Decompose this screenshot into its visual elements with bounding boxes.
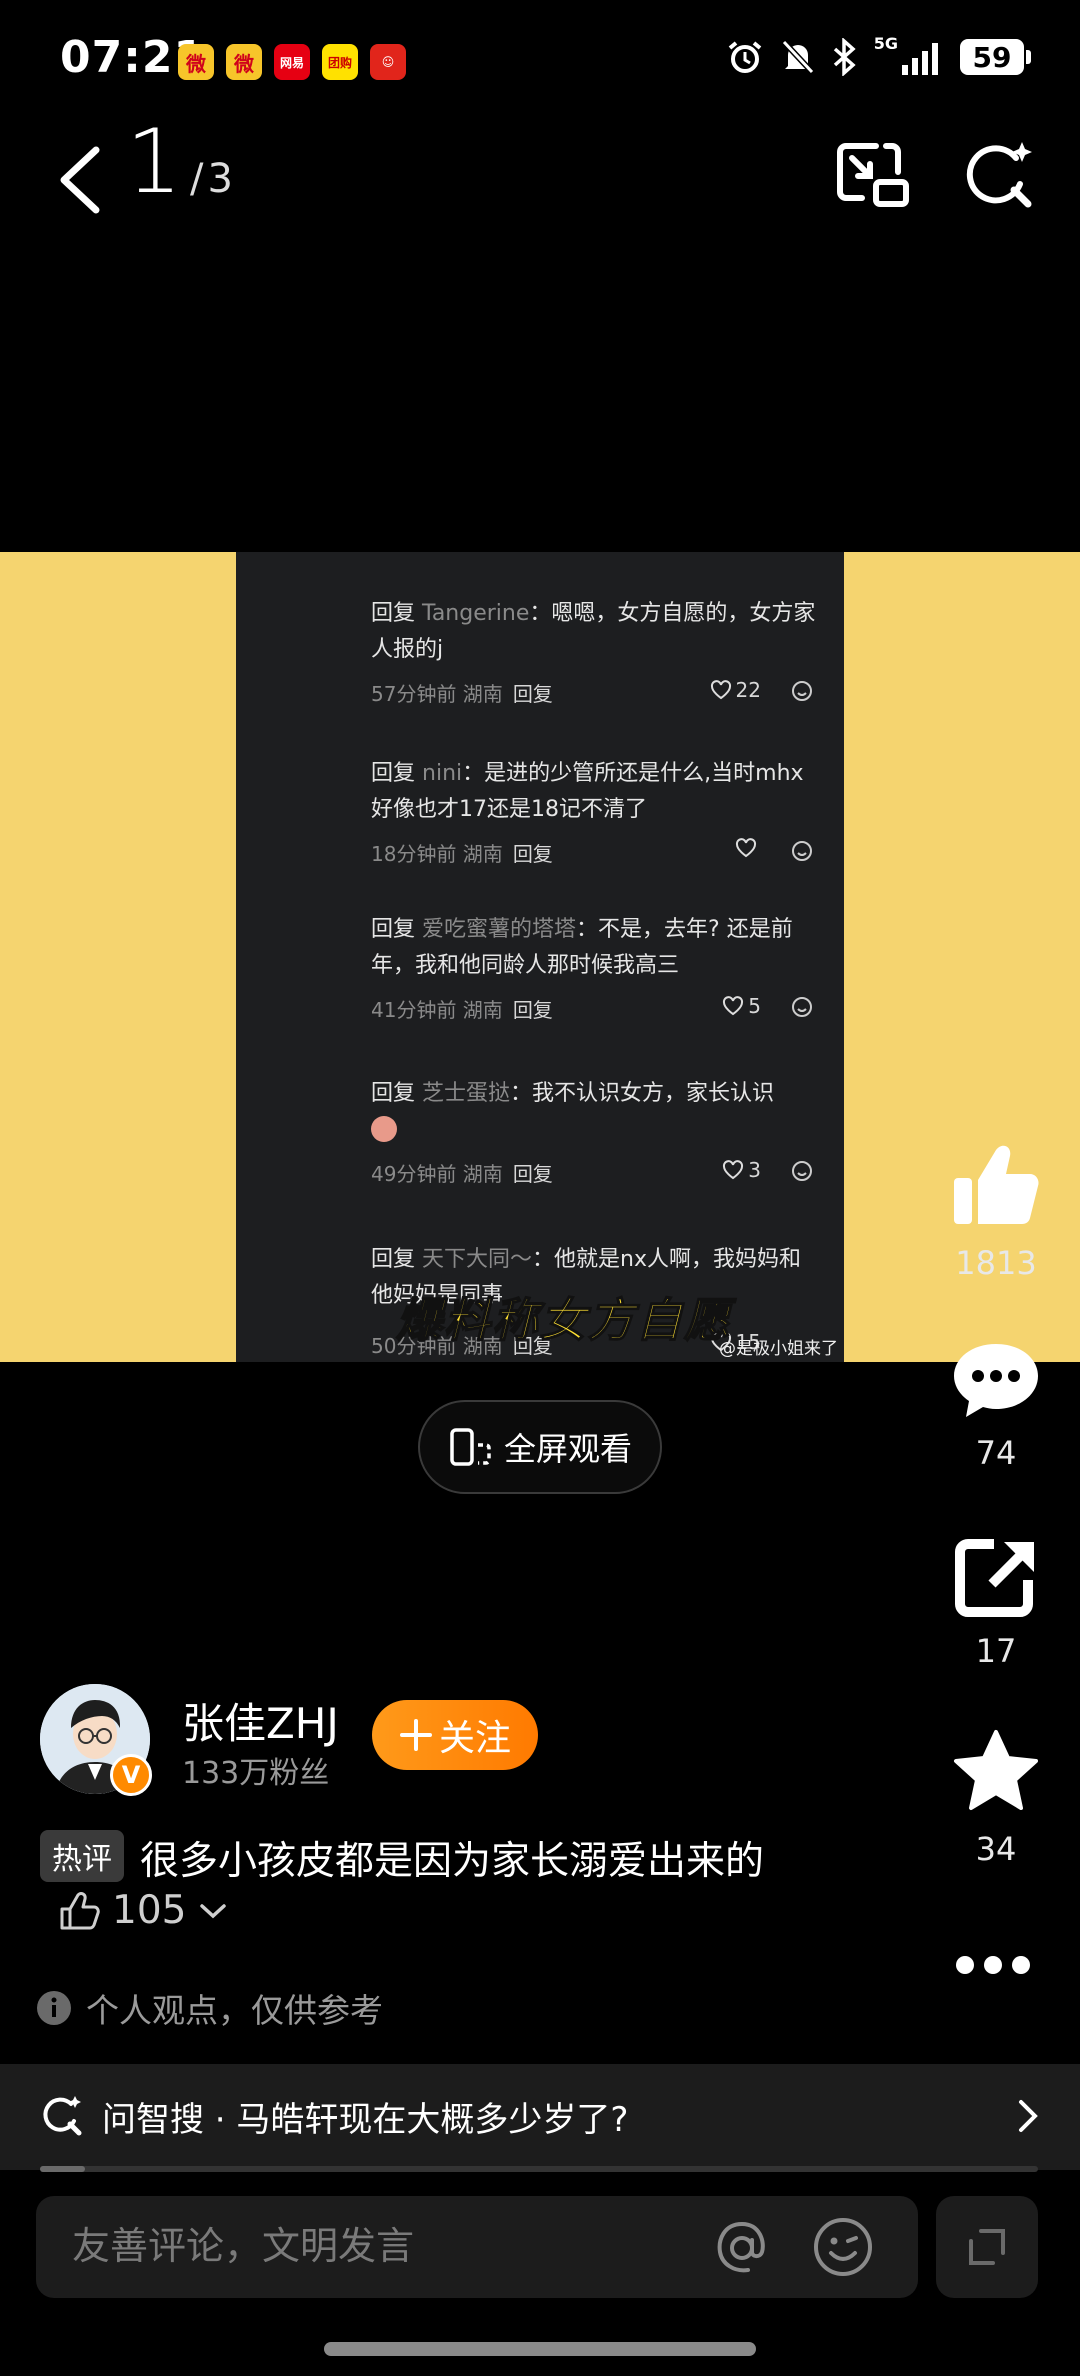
comment-bubble-icon [954, 1344, 1038, 1417]
ai-search-icon[interactable] [964, 140, 1034, 210]
hot-comment-like[interactable]: 105 [58, 1888, 228, 1933]
back-button[interactable] [52, 140, 112, 220]
page-total: 3 [207, 156, 233, 202]
heart-icon [723, 996, 744, 1016]
screenshot-comment: 回复 Tangerine：嗯嗯，女方自愿的，女方家人报的j [371, 601, 816, 662]
comment-input[interactable] [72, 2224, 672, 2268]
screenshot-comment: 回复 nini：是进的少管所还是什么,当时mhx好像也才17还是18记不清了 [371, 761, 804, 822]
emoji-icon [792, 997, 812, 1017]
disclaimer: 个人观点，仅供参考 [36, 1984, 383, 2032]
heart-icon [710, 680, 731, 700]
chevron-right-icon [1019, 2100, 1038, 2132]
star-icon [954, 1730, 1038, 1810]
expand-icon [969, 2229, 1005, 2265]
sticker-emoji-icon [371, 1116, 397, 1142]
fullscreen-label: 全屏观看 [503, 1430, 632, 1468]
emoji-icon [792, 1161, 812, 1181]
hot-comment-tag: 热评 [40, 1830, 124, 1882]
follow-button[interactable]: 关注 [372, 1700, 538, 1770]
comment-screenshot: 回复 Tangerine：嗯嗯，女方自愿的，女方家人报的j 57分钟前 湖南 回复… [236, 552, 844, 1362]
page-separator: / [190, 156, 204, 202]
expand-comments-button[interactable] [936, 2196, 1038, 2298]
heart-icon [723, 1160, 744, 1180]
more-options-button[interactable] [956, 1950, 1030, 1980]
signal-icon [902, 43, 938, 75]
smart-search-query: 问智搜 · 马皓轩现在大概多少岁了? [102, 2100, 629, 2140]
rotate-phone-icon [450, 1428, 491, 1466]
hot-comment-like-count: 105 [112, 1888, 187, 1933]
watermark: @是极小姐来了 [719, 1339, 838, 1359]
screenshot-comment: 回复 爱吃蜜薯的塔塔：不是，去年? 还是前年，我和他同龄人那时候我高三 [371, 917, 793, 978]
info-icon [37, 1991, 71, 2025]
alarm-icon [728, 41, 762, 73]
follow-label: 关注 [438, 1718, 511, 1759]
favorite-count: 34 [975, 1830, 1017, 1868]
emoji-picker-icon[interactable] [812, 2216, 874, 2278]
video-progress-fill [40, 2166, 85, 2172]
author-name[interactable]: 张佳ZHJ [182, 1690, 339, 1751]
bluetooth-icon [833, 38, 856, 76]
video-progress-track[interactable] [40, 2166, 1038, 2172]
fullscreen-button[interactable]: 全屏观看 [418, 1400, 662, 1494]
system-icons: 5G 59 [726, 34, 1031, 76]
comment-action[interactable]: 74 [936, 1340, 1056, 1472]
heart-icon [735, 838, 757, 858]
like-action[interactable]: 1813 [936, 1140, 1056, 1282]
post-image[interactable]: 回复 Tangerine：嗯嗯，女方自愿的，女方家人报的j 57分钟前 湖南 回复… [0, 552, 1080, 1362]
smart-search-bar[interactable]: 问智搜 · 马皓轩现在大概多少岁了? [0, 2064, 1080, 2170]
hot-comment-text[interactable]: 很多小孩皮都是因为家长溺爱出来的 [140, 1830, 764, 1886]
share-icon [955, 1539, 1034, 1617]
share-count: 17 [975, 1632, 1017, 1670]
home-indicator[interactable] [324, 2342, 756, 2356]
at-mention-icon[interactable] [712, 2218, 772, 2278]
weibo-notification-icon: 微 [178, 44, 214, 80]
weibo-notification-icon: 微 [226, 44, 262, 80]
plus-icon [399, 1719, 432, 1751]
author-fans-count: 133万粉丝 [182, 1756, 330, 1791]
like-count: 1813 [955, 1244, 1037, 1282]
network-type: 5G [873, 33, 898, 53]
screenshot-comment-meta: 57分钟前 湖南 回复 22 [371, 678, 821, 708]
emoji-icon [792, 841, 812, 861]
page-counter: 1 / 3 [126, 118, 233, 206]
notification-icons: 微 微 网易 团购 ☺ [178, 44, 406, 80]
mute-icon [781, 39, 814, 75]
screenshot-comment-meta: 18分钟前 湖南 回复 [371, 838, 821, 868]
disclaimer-text: 个人观点，仅供参考 [86, 1991, 383, 2030]
status-bar: 07:21 微 微 网易 团购 ☺ 5G 59 [0, 0, 1080, 120]
thumbs-up-outline-icon [60, 1891, 100, 1929]
netease-notification-icon: 网易 [274, 44, 310, 80]
ai-search-icon [43, 2096, 82, 2136]
favorite-action[interactable]: 34 [936, 1728, 1056, 1868]
emoji-icon [792, 681, 812, 701]
screenshot-comment-meta: 49分钟前 湖南 回复 3 [371, 1158, 821, 1188]
battery-indicator: 59 [960, 39, 1031, 75]
chevron-down-icon[interactable] [198, 1901, 228, 1921]
screenshot-comment: 回复 芝士蛋挞：我不认识女方，家长认识 [371, 1076, 821, 1142]
verified-badge: V [110, 1754, 152, 1796]
share-action[interactable]: 17 [936, 1538, 1056, 1670]
comment-count: 74 [975, 1434, 1017, 1472]
page-current: 1 [126, 110, 182, 213]
video-caption: 爆料称女方自愿 [395, 1292, 732, 1348]
picture-in-picture-button[interactable] [836, 142, 910, 208]
screenshot-comment-meta: 41分钟前 湖南 回复 5 [371, 994, 821, 1024]
app-notification-icon: ☺ [370, 44, 406, 80]
thumbs-up-icon [954, 1145, 1039, 1224]
app-notification-icon: 团购 [322, 44, 358, 80]
comment-box[interactable] [36, 2196, 918, 2298]
